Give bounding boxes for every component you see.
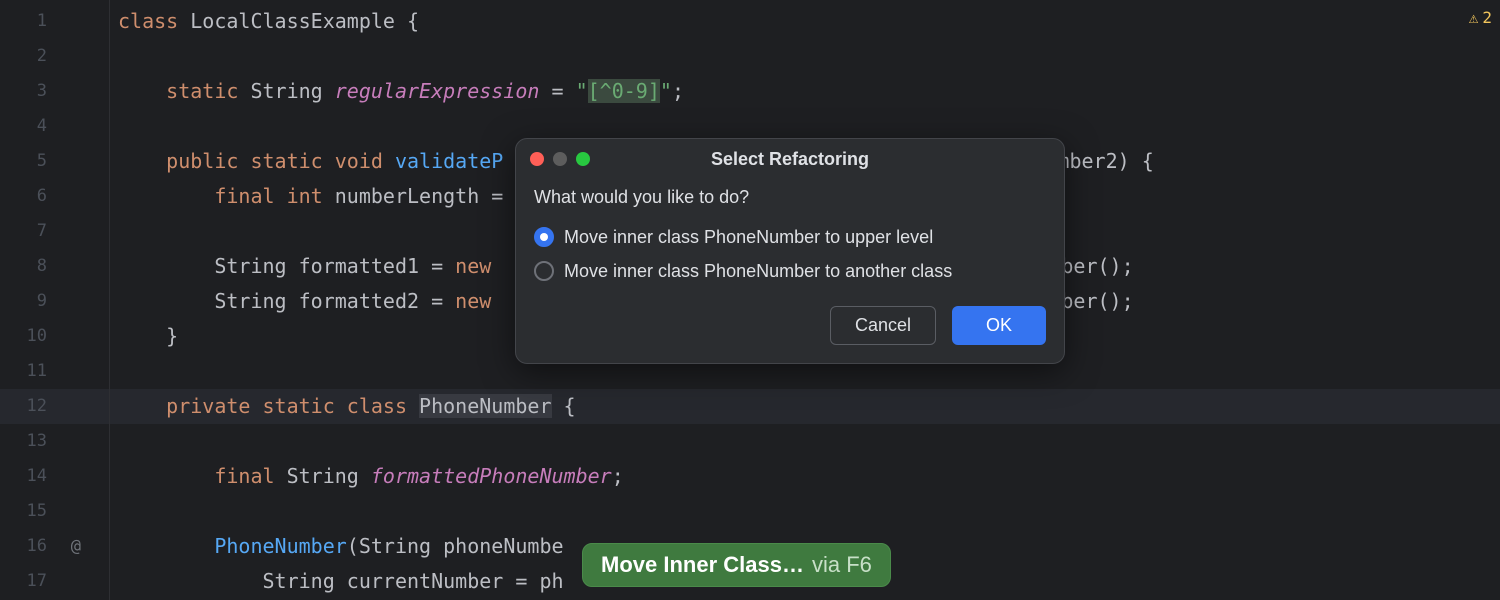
line-number: 16@ [0, 529, 109, 564]
option-move-another-class[interactable]: Move inner class PhoneNumber to another … [534, 254, 1046, 288]
line-number: 6 [0, 179, 109, 214]
line-number: 15 [0, 494, 109, 529]
minimize-icon[interactable] [553, 152, 567, 166]
close-icon[interactable] [530, 152, 544, 166]
dialog-title: Select Refactoring [711, 149, 869, 170]
line-number: 1 [0, 4, 109, 39]
line-number: 12 [0, 389, 109, 424]
line-number: 4 [0, 109, 109, 144]
line-number: 10 [0, 319, 109, 354]
option-move-upper-level[interactable]: Move inner class PhoneNumber to upper le… [534, 220, 1046, 254]
line-number: 2 [0, 39, 109, 74]
shortcut-hint: Move Inner Class… via F6 [582, 543, 891, 587]
line-number: 9 [0, 284, 109, 319]
line-number: 7 [0, 214, 109, 249]
line-number: 13 [0, 424, 109, 459]
line-number: 3 [0, 74, 109, 109]
radio-icon[interactable] [534, 227, 554, 247]
line-number: 14 [0, 459, 109, 494]
ok-button[interactable]: OK [952, 306, 1046, 345]
hint-shortcut: via F6 [812, 552, 872, 578]
line-number: 8 [0, 249, 109, 284]
dialog-titlebar: Select Refactoring [516, 139, 1064, 179]
radio-icon[interactable] [534, 261, 554, 281]
warning-count: 2 [1482, 8, 1492, 27]
gutter: 1 2 3 4 5 6 7 8 9 10 11 12 13 14 15 16@ … [0, 0, 110, 600]
warning-icon: ⚠ [1469, 8, 1479, 27]
dialog-buttons: Cancel OK [516, 288, 1064, 363]
dialog-prompt: What would you like to do? [534, 187, 1046, 208]
radio-label: Move inner class PhoneNumber to upper le… [564, 227, 933, 248]
recursive-icon[interactable]: @ [71, 529, 81, 564]
window-controls [530, 152, 590, 166]
line-number: 17 [0, 564, 109, 599]
dialog-body: What would you like to do? Move inner cl… [516, 179, 1064, 288]
cancel-button[interactable]: Cancel [830, 306, 936, 345]
refactoring-dialog: Select Refactoring What would you like t… [515, 138, 1065, 364]
line-number: 5 [0, 144, 109, 179]
maximize-icon[interactable] [576, 152, 590, 166]
line-number: 11 [0, 354, 109, 389]
warning-badge[interactable]: ⚠2 [1469, 8, 1492, 27]
hint-action: Move Inner Class… [601, 552, 804, 578]
radio-label: Move inner class PhoneNumber to another … [564, 261, 952, 282]
